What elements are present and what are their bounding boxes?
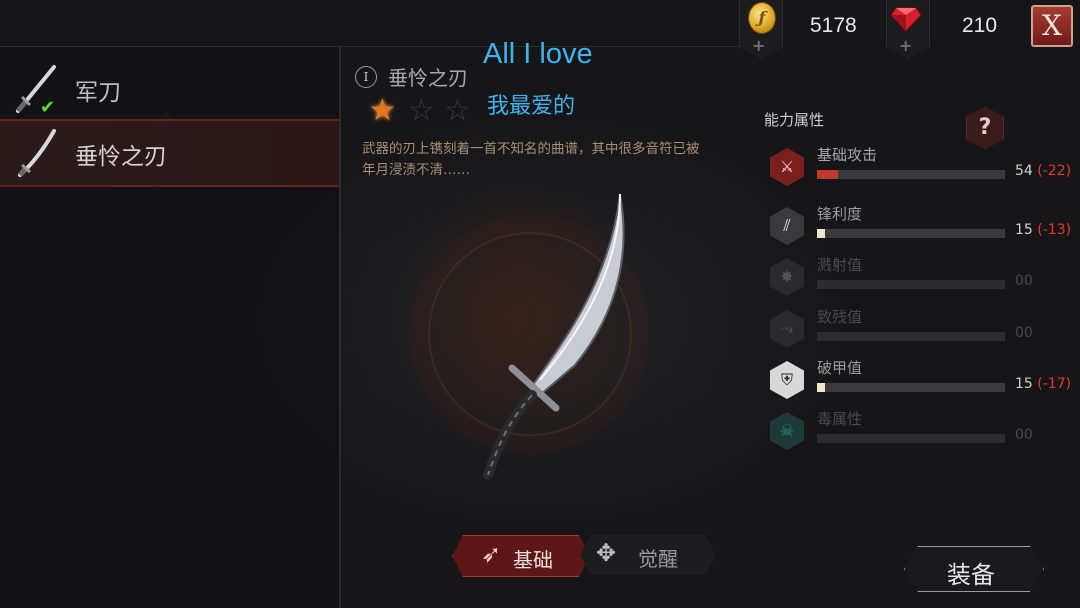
stat-bar xyxy=(817,383,1005,392)
ruby-gem-icon xyxy=(890,7,922,32)
weapon-description: 武器的刃上镌刻着一首不知名的曲谱，其中很多音符已被年月浸渍不清…… xyxy=(362,141,700,178)
equipped-check-icon: ✔ xyxy=(40,97,56,118)
equip-button-label: 装备 xyxy=(947,561,995,589)
tab-awaken-label: 觉醒 xyxy=(638,547,678,571)
stat-name: 锋利度 xyxy=(817,205,863,223)
attack-icon: ⚔ xyxy=(770,148,804,186)
weapon-rank-badge: I xyxy=(355,66,377,88)
stat-bar xyxy=(817,229,1005,238)
stat-name: 毒属性 xyxy=(817,410,863,428)
panel-separator xyxy=(339,47,341,608)
stat-value: 54 (-22) xyxy=(1015,163,1072,179)
stat-name: 破甲值 xyxy=(817,359,863,377)
coin-count: 5178 xyxy=(810,14,857,37)
weapon-list-label: 军刀 xyxy=(75,80,121,106)
cripple-icon: ⤳ xyxy=(770,310,804,348)
sharpness-icon: ⫽ xyxy=(770,207,804,245)
stat-bar xyxy=(817,332,1005,341)
slash-attack-icon: ➶ xyxy=(481,540,502,568)
stat-bar xyxy=(817,280,1005,289)
poison-skull-icon: ☠ xyxy=(770,412,804,450)
gold-coin-icon: ƒ xyxy=(748,2,776,34)
stat-name: 基础攻击 xyxy=(817,146,878,164)
splash-icon: ✸ xyxy=(770,258,804,296)
attributes-title: 能力属性 xyxy=(764,111,825,129)
star-filled-icon: ★ xyxy=(369,93,396,128)
weapon-list-item-mercy-blade[interactable]: 垂怜之刃 xyxy=(0,119,339,187)
stat-row-armor-break: ⛨ 破甲值 15 (-17) xyxy=(770,359,1080,409)
stat-value: 15 (-13) xyxy=(1015,222,1072,238)
stat-name: 致残值 xyxy=(817,308,863,326)
armor-break-icon: ⛨ xyxy=(770,361,804,399)
star-empty-icon: ☆ xyxy=(444,93,471,128)
caption-chinese: 我最爱的 xyxy=(487,94,576,119)
stat-value: 00 xyxy=(1015,427,1033,443)
tab-awaken[interactable]: ✥ 觉醒 xyxy=(580,535,716,575)
weapon-list-item-saber[interactable]: ✔ 军刀 xyxy=(0,57,339,121)
stat-bar-fill xyxy=(817,383,825,392)
stat-bar-fill xyxy=(817,229,825,238)
stat-row-splash: ✸ 溅射值 00 xyxy=(770,256,1080,306)
stat-row-base-attack: ⚔ 基础攻击 54 (-22) xyxy=(770,146,1080,196)
tab-basic[interactable]: ➶ 基础 xyxy=(452,535,590,577)
add-gem-icon[interactable]: + xyxy=(899,36,912,55)
caption-english: All I love xyxy=(483,38,593,70)
stat-name: 溅射值 xyxy=(817,256,863,274)
stat-value: 00 xyxy=(1015,273,1033,289)
weapon-title: 垂怜之刃 xyxy=(388,66,468,90)
gem-count: 210 xyxy=(962,14,998,37)
tab-basic-label: 基础 xyxy=(513,548,553,572)
stat-bar-fill xyxy=(817,170,838,179)
add-coin-icon[interactable]: + xyxy=(752,36,765,55)
stat-row-poison: ☠ 毒属性 00 xyxy=(770,410,1080,460)
crossed-blades-icon: ✥ xyxy=(596,539,617,567)
stat-bar xyxy=(817,434,1005,443)
weapon-list-label: 垂怜之刃 xyxy=(75,144,167,170)
mercy-blade-icon xyxy=(18,129,56,177)
equip-button[interactable]: 装备 xyxy=(904,546,1044,592)
stat-bar xyxy=(817,170,1005,179)
stat-row-cripple: ⤳ 致残值 00 xyxy=(770,308,1080,358)
stat-value: 00 xyxy=(1015,325,1033,341)
star-empty-icon: ☆ xyxy=(408,93,435,128)
stat-value: 15 (-17) xyxy=(1015,376,1072,392)
close-button[interactable]: X xyxy=(1031,5,1073,47)
weapon-preview-scimitar xyxy=(483,193,625,480)
stat-row-sharpness: ⫽ 锋利度 15 (-13) xyxy=(770,205,1080,255)
